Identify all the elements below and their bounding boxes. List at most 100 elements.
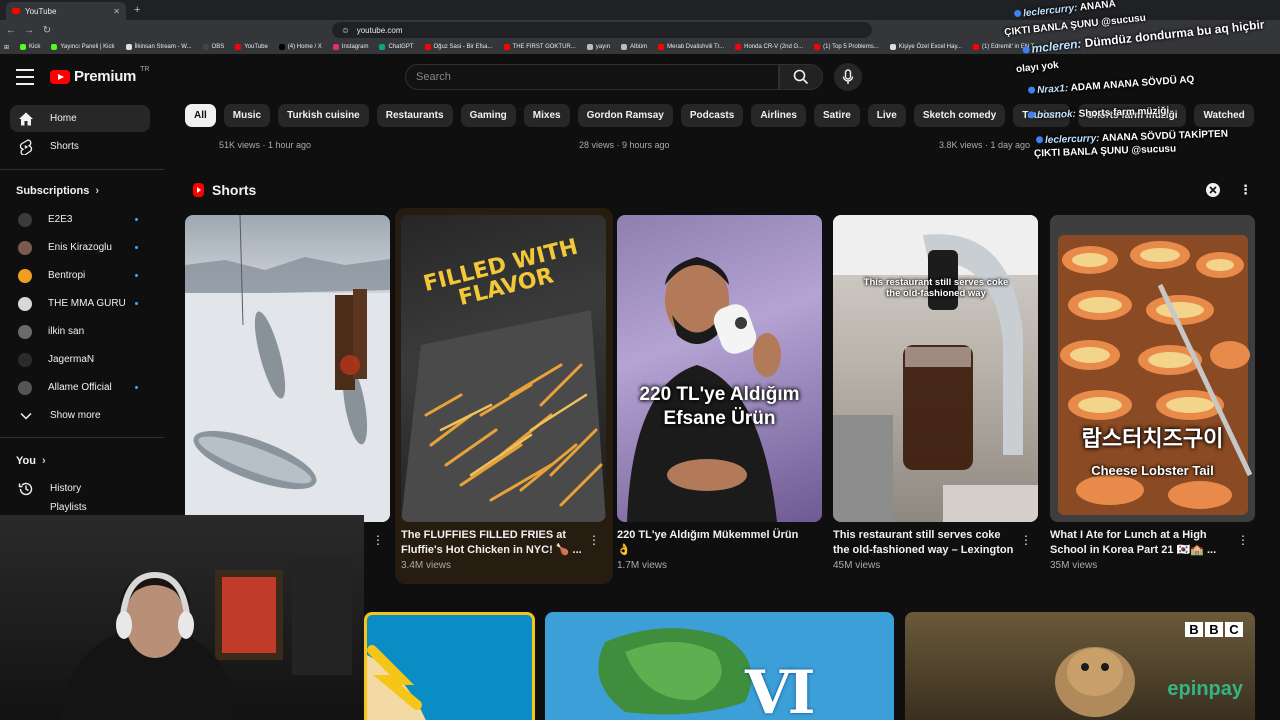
more-options-icon[interactable]: ⋮ bbox=[588, 533, 600, 547]
bookmark-item[interactable]: (4) Home / X bbox=[278, 44, 322, 50]
chevron-right-icon: › bbox=[95, 185, 100, 197]
short-title[interactable]: This restaurant still serves coke the ol… bbox=[833, 528, 1015, 558]
sidebar-subscription-item[interactable]: ilkin san bbox=[10, 318, 150, 345]
new-tab-icon[interactable]: + bbox=[134, 4, 140, 16]
voice-search-button[interactable] bbox=[834, 63, 862, 91]
browser-tab[interactable]: YouTube ✕ bbox=[6, 2, 126, 20]
address-bar[interactable]: ⊜ youtube.com bbox=[332, 22, 872, 38]
thumbnail-overlay-text: Cheese Lobster Tail bbox=[1091, 463, 1214, 478]
short-card[interactable]: This restaurant still serves coke the ol… bbox=[833, 215, 1038, 571]
sidebar-subscription-item[interactable]: E2E3 bbox=[10, 206, 150, 233]
short-card[interactable] bbox=[185, 215, 390, 522]
bookmark-item[interactable]: Merab Dvalishvili Tr... bbox=[658, 44, 724, 50]
show-more-button[interactable]: Show more bbox=[10, 402, 150, 429]
bookmark-label: (1) Top 5 Problems... bbox=[823, 44, 879, 50]
chip-music[interactable]: Music bbox=[223, 104, 271, 127]
chip-turkish-cuisine[interactable]: Turkish cuisine bbox=[278, 104, 369, 127]
apps-icon[interactable]: ⊞ bbox=[4, 44, 9, 51]
chip-gordon-ramsay[interactable]: Gordon Ramsay bbox=[577, 104, 673, 127]
short-title[interactable]: What I Ate for Lunch at a High School in… bbox=[1050, 528, 1232, 558]
sidebar-subscription-item[interactable]: Bentropi bbox=[10, 262, 150, 289]
chat-text: ANANA SÖVDÜ TAKİPTEN bbox=[1101, 128, 1229, 145]
chat-username: leclercurry: bbox=[1044, 133, 1100, 147]
short-thumbnail[interactable] bbox=[185, 215, 390, 522]
bookmark-label: Oğuz Sasi - Bir Efsa... bbox=[433, 44, 493, 50]
bookmark-label: Honda CR-V (2nd G... bbox=[744, 44, 804, 50]
close-tab-icon[interactable]: ✕ bbox=[113, 7, 120, 16]
you-heading[interactable]: You › bbox=[16, 455, 46, 467]
chip-podcasts[interactable]: Podcasts bbox=[680, 104, 744, 127]
chip-airlines[interactable]: Airlines bbox=[751, 104, 806, 127]
sidebar-item-history[interactable]: History bbox=[10, 475, 150, 502]
chip-satire[interactable]: Satire bbox=[814, 104, 860, 127]
bookmark-favicon-icon bbox=[735, 44, 742, 50]
bookmark-item[interactable]: Kişiye Özel Excel Hay... bbox=[889, 44, 962, 50]
bookmark-item[interactable]: OBS bbox=[202, 44, 224, 50]
search-button[interactable] bbox=[779, 64, 823, 90]
bookmark-item[interactable]: Honda CR-V (2nd G... bbox=[735, 44, 803, 50]
forward-icon[interactable]: → bbox=[22, 25, 36, 36]
bookmark-item[interactable]: (1) Top 5 Problems... bbox=[814, 44, 879, 50]
bookmark-label: Instagram bbox=[341, 44, 369, 50]
bookmark-item[interactable]: Oğuz Sasi - Bir Efsa... bbox=[424, 44, 493, 50]
channel-avatar bbox=[18, 352, 32, 367]
chip-mixes[interactable]: Mixes bbox=[523, 104, 570, 127]
bookmark-label: THE FIRST GOKTUR... bbox=[512, 44, 576, 50]
bookmark-favicon-icon bbox=[202, 44, 209, 50]
chip-sketch-comedy[interactable]: Sketch comedy bbox=[913, 104, 1006, 127]
more-options-icon[interactable]: ⋮ bbox=[1237, 533, 1249, 547]
more-options-icon[interactable]: ⋮ bbox=[1020, 533, 1032, 547]
bookmark-item[interactable]: ChatGPT bbox=[379, 44, 414, 50]
search-input[interactable] bbox=[416, 71, 778, 83]
search-box bbox=[405, 64, 779, 90]
youtube-logo[interactable]: Premium TR bbox=[50, 66, 149, 85]
short-title[interactable]: 220 TL'ye Aldığım Mükemmel Ürün 👌 bbox=[617, 528, 799, 558]
bookmark-item[interactable]: Kick bbox=[20, 44, 40, 50]
bookmark-item[interactable]: Yayıncı Paneli | Kick bbox=[51, 44, 115, 50]
short-card[interactable]: 랍스터치즈구이 Cheese Lobster Tail What I Ate f… bbox=[1050, 215, 1255, 571]
bookmark-item[interactable]: Instagram bbox=[332, 44, 369, 50]
sidebar-subscription-item[interactable]: THE MMA GURU bbox=[10, 290, 150, 317]
bookmark-item[interactable]: İlkinsan Stream - W... bbox=[125, 44, 192, 50]
back-icon[interactable]: ← bbox=[4, 25, 18, 36]
video-thumbnail[interactable]: VI bbox=[545, 612, 894, 720]
channel-name: ilkin san bbox=[48, 326, 85, 337]
chat-message: ÇIKTI BANLA ŞUNU @sucusu bbox=[1034, 144, 1176, 160]
video-thumbnail[interactable] bbox=[364, 612, 535, 720]
short-thumbnail[interactable]: 220 TL'ye Aldığım Efsane Ürün bbox=[617, 215, 822, 522]
youtube-play-icon bbox=[50, 69, 70, 84]
sidebar-subscription-item[interactable]: Enis Kirazoglu bbox=[10, 234, 150, 261]
short-title[interactable]: The FLUFFIES FILLED FRIES at Fluffie's H… bbox=[401, 528, 583, 558]
sidebar-item-label: Shorts bbox=[50, 141, 79, 152]
bookmark-item[interactable]: Albüm bbox=[621, 44, 647, 50]
bookmark-favicon-icon bbox=[278, 44, 285, 50]
bbc-logo: B B C bbox=[1185, 622, 1243, 637]
bookmark-item[interactable]: THE FIRST GOKTUR... bbox=[503, 44, 576, 50]
chip-live[interactable]: Live bbox=[867, 104, 906, 127]
sidebar-item-home[interactable]: Home bbox=[10, 105, 150, 132]
chip-gaming[interactable]: Gaming bbox=[460, 104, 516, 127]
short-thumbnail[interactable]: FILLED WITH FLAVOR bbox=[401, 215, 606, 522]
sidebar-subscription-item[interactable]: JagermaN bbox=[10, 346, 150, 373]
more-options-icon[interactable]: ⋮ bbox=[1239, 182, 1252, 203]
video-thumbnail[interactable]: B B C epinpay bbox=[905, 612, 1255, 720]
sidebar-item-shorts[interactable]: Shorts bbox=[10, 133, 150, 160]
sidebar-subscription-item[interactable]: Allame Official bbox=[10, 374, 150, 401]
short-card[interactable]: 220 TL'ye Aldığım Efsane Ürün 220 TL'ye … bbox=[617, 215, 822, 571]
site-info-icon[interactable]: ⊜ bbox=[342, 26, 349, 35]
short-thumbnail[interactable]: 랍스터치즈구이 Cheese Lobster Tail bbox=[1050, 215, 1255, 522]
subscriptions-heading[interactable]: Subscriptions › bbox=[16, 185, 99, 197]
menu-icon[interactable] bbox=[16, 69, 34, 85]
dismiss-shelf-icon[interactable] bbox=[1205, 182, 1221, 203]
channel-name: JagermaN bbox=[48, 354, 95, 365]
bookmark-item[interactable]: YouTube bbox=[235, 44, 268, 50]
microphone-icon bbox=[842, 69, 854, 84]
reload-icon[interactable]: ↻ bbox=[40, 25, 54, 36]
short-card[interactable]: FILLED WITH FLAVOR The FLUFFIES FILLED F… bbox=[401, 215, 606, 571]
more-options-icon[interactable]: ⋮ bbox=[372, 533, 384, 547]
bookmark-item[interactable]: yayın bbox=[586, 44, 610, 50]
youtube-favicon-icon bbox=[12, 8, 20, 14]
chip-all[interactable]: All bbox=[185, 104, 216, 127]
chip-restaurants[interactable]: Restaurants bbox=[376, 104, 453, 127]
short-thumbnail[interactable]: This restaurant still serves coke the ol… bbox=[833, 215, 1038, 522]
